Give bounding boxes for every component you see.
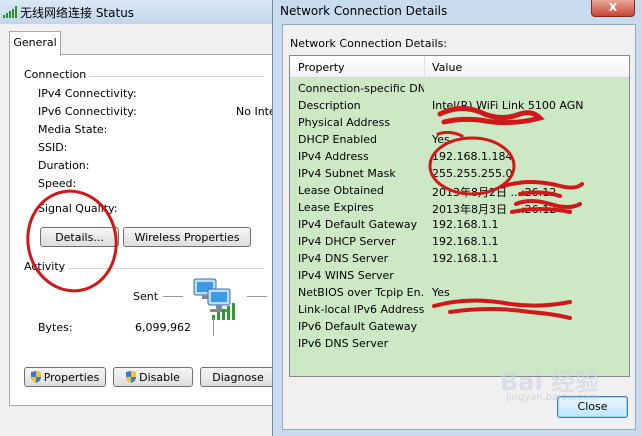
property-cell: Lease Expires — [298, 201, 374, 214]
property-cell: Description — [298, 99, 361, 112]
shield-icon — [126, 371, 137, 383]
close-icon[interactable]: X — [591, 0, 635, 17]
sent-label: Sent — [133, 290, 159, 303]
properties-button[interactable]: Properties — [24, 367, 106, 387]
received-dash — [247, 296, 267, 297]
column-header-property[interactable]: Property — [298, 61, 345, 74]
ssid-label: SSID: — [38, 141, 68, 154]
property-cell: IPv6 DNS Server — [298, 337, 389, 350]
sent-dash — [163, 296, 183, 297]
bytes-sent-value: 6,099,962 — [135, 321, 191, 334]
disable-button[interactable]: Disable — [113, 367, 193, 387]
property-cell: Connection-specific DN... — [298, 82, 424, 95]
ipv6-connectivity-label: IPv6 Connectivity: — [38, 105, 137, 118]
details-window-title: Network Connection Details — [280, 4, 448, 18]
diagnose-button[interactable]: Diagnose — [200, 367, 276, 387]
list-item[interactable]: Connection-specific DN... — [298, 82, 628, 99]
redaction-scribbles — [428, 106, 584, 320]
status-window-title: 无线网络连接 Status — [20, 6, 135, 20]
property-cell: Lease Obtained — [298, 184, 384, 197]
duration-label: Duration: — [38, 159, 90, 172]
list-item[interactable]: IPv6 DNS Server — [298, 337, 628, 354]
property-cell: Link-local IPv6 Address — [298, 303, 424, 316]
ipv6-connectivity-value: No Inte — [236, 105, 276, 118]
disable-button-label: Disable — [139, 371, 180, 384]
property-cell: NetBIOS over Tcpip En... — [298, 286, 424, 299]
property-cell: IPv4 Subnet Mask — [298, 167, 396, 180]
property-cell: IPv4 WINS Server — [298, 269, 394, 282]
bytes-label: Bytes: — [38, 321, 73, 334]
network-computers-icon — [193, 278, 235, 320]
shield-icon — [30, 371, 41, 383]
connection-group-label: Connection — [24, 68, 90, 81]
activity-divider — [213, 318, 214, 336]
watermark-url: jingyan.baidu.com — [506, 392, 599, 403]
column-header-value[interactable]: Value — [432, 61, 462, 74]
property-cell: IPv4 DHCP Server — [298, 235, 396, 248]
property-cell: IPv4 Default Gateway — [298, 218, 418, 231]
property-cell: DHCP Enabled — [298, 133, 378, 146]
tab-general-label: General — [13, 36, 57, 49]
property-cell: IPv6 Default Gateway — [298, 320, 418, 333]
details-heading: Network Connection Details: — [290, 37, 448, 50]
wireless-properties-button[interactable]: Wireless Properties — [123, 227, 251, 247]
property-cell: IPv4 Address — [298, 150, 369, 163]
properties-button-label: Properties — [43, 371, 100, 384]
tab-general[interactable]: General — [9, 31, 61, 56]
property-cell: IPv4 DNS Server — [298, 252, 389, 265]
media-state-label: Media State: — [38, 123, 108, 136]
signal-bars-icon — [3, 6, 17, 18]
ipv4-connectivity-label: IPv4 Connectivity: — [38, 87, 137, 100]
annotation-circle-details — [26, 189, 118, 293]
property-cell: Physical Address — [298, 116, 391, 129]
column-divider[interactable] — [424, 57, 425, 77]
